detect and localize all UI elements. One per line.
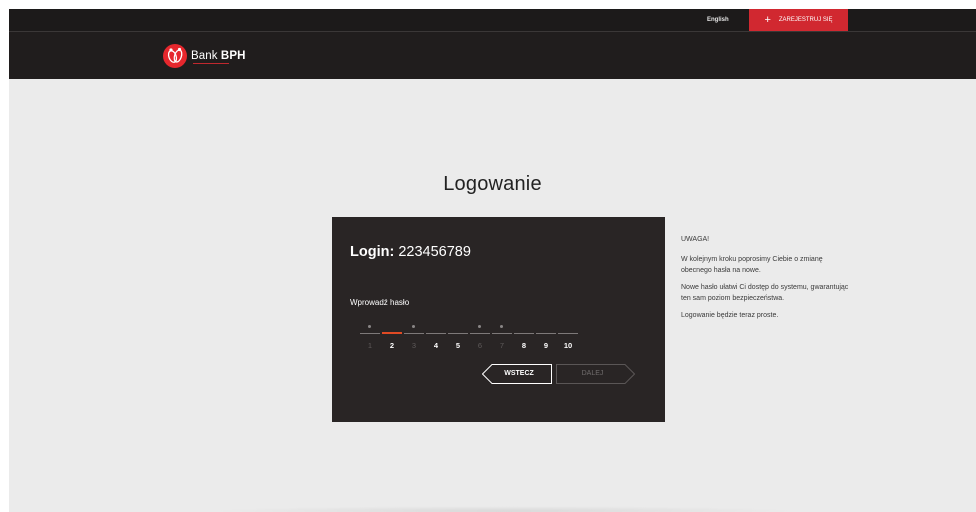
- slot-underline: [426, 333, 446, 334]
- password-slot-7: 7: [492, 325, 512, 355]
- next-button-label: DALEJ: [581, 370, 604, 377]
- slot-number: 8: [521, 341, 527, 350]
- slot-number: 2: [389, 341, 395, 350]
- slot-number: 4: [433, 341, 439, 350]
- notice-paragraph: Logowanie będzie teraz proste.: [681, 312, 779, 319]
- password-slot-8[interactable]: 8: [514, 325, 534, 355]
- masked-dot-icon: [500, 325, 503, 328]
- slot-underline: [492, 333, 512, 334]
- slot-underline: [536, 333, 556, 334]
- language-switch-link[interactable]: English: [707, 9, 729, 31]
- brand-name: Bank BPH: [191, 50, 246, 62]
- password-slot-5[interactable]: 5: [448, 325, 468, 355]
- slot-underline: [470, 333, 490, 334]
- password-slot-3: 3: [404, 325, 424, 355]
- notice-paragraph: Nowe hasło ułatwi Ci dostęp do systemu, …: [681, 284, 849, 302]
- password-slot-1: 1: [360, 325, 380, 355]
- logo-underline: [193, 63, 229, 64]
- notice-paragraph: W kolejnym kroku poprosimy Ciebie o zmia…: [681, 256, 823, 274]
- slot-underline: [558, 333, 578, 334]
- notice-box: UWAGA! W kolejnym kroku poprosimy Ciebie…: [681, 234, 849, 327]
- slot-underline: [404, 333, 424, 334]
- slot-underline: [514, 333, 534, 334]
- login-panel: Login: 223456789 Wprowadź hasło 1 2 3 4 5 6 7 8…: [332, 217, 665, 422]
- password-slot-4[interactable]: 4: [426, 325, 446, 355]
- notice-heading: UWAGA!: [681, 236, 710, 243]
- brand-prefix: Bank: [191, 50, 218, 62]
- page-frame: English + ZAREJESTRUJ SIĘ Bank BPH Logow…: [9, 9, 976, 512]
- password-slot-6: 6: [470, 325, 490, 355]
- password-slot-9[interactable]: 9: [536, 325, 556, 355]
- login-label: Login:: [350, 244, 395, 260]
- top-utility-bar: English + ZAREJESTRUJ SIĘ: [9, 9, 976, 32]
- back-button-label: WSTECZ: [504, 370, 534, 377]
- slot-number: 6: [477, 341, 483, 350]
- slot-number: 10: [563, 341, 573, 350]
- slot-underline: [448, 333, 468, 334]
- slot-number: 9: [543, 341, 549, 350]
- slot-number: 3: [411, 341, 417, 350]
- password-slot-10[interactable]: 10: [558, 325, 578, 355]
- slot-number: 5: [455, 341, 461, 350]
- login-display: Login: 223456789: [350, 244, 471, 260]
- password-slot-2[interactable]: 2: [382, 325, 402, 355]
- next-button[interactable]: DALEJ: [556, 364, 635, 384]
- register-label: ZAREJESTRUJ SIĘ: [778, 17, 833, 23]
- back-button[interactable]: WSTECZ: [482, 364, 552, 384]
- masked-dot-icon: [412, 325, 415, 328]
- brand-name-bold: BPH: [220, 50, 246, 62]
- bank-bph-logo-icon: [163, 44, 187, 68]
- slot-underline: [382, 332, 402, 334]
- register-button[interactable]: + ZAREJESTRUJ SIĘ: [749, 9, 848, 31]
- plus-icon: +: [764, 13, 771, 26]
- masked-dot-icon: [368, 325, 371, 328]
- password-label: Wprowadź hasło: [350, 298, 410, 307]
- site-header: Bank BPH: [9, 32, 976, 79]
- masked-dot-icon: [478, 325, 481, 328]
- page-title: Logowanie: [443, 173, 542, 195]
- login-value: 223456789: [398, 244, 471, 260]
- footer-shadow: [209, 506, 799, 512]
- slot-number: 7: [499, 341, 505, 350]
- slot-number: 1: [367, 341, 373, 350]
- slot-underline: [360, 333, 380, 334]
- bank-logo[interactable]: Bank BPH: [163, 44, 246, 68]
